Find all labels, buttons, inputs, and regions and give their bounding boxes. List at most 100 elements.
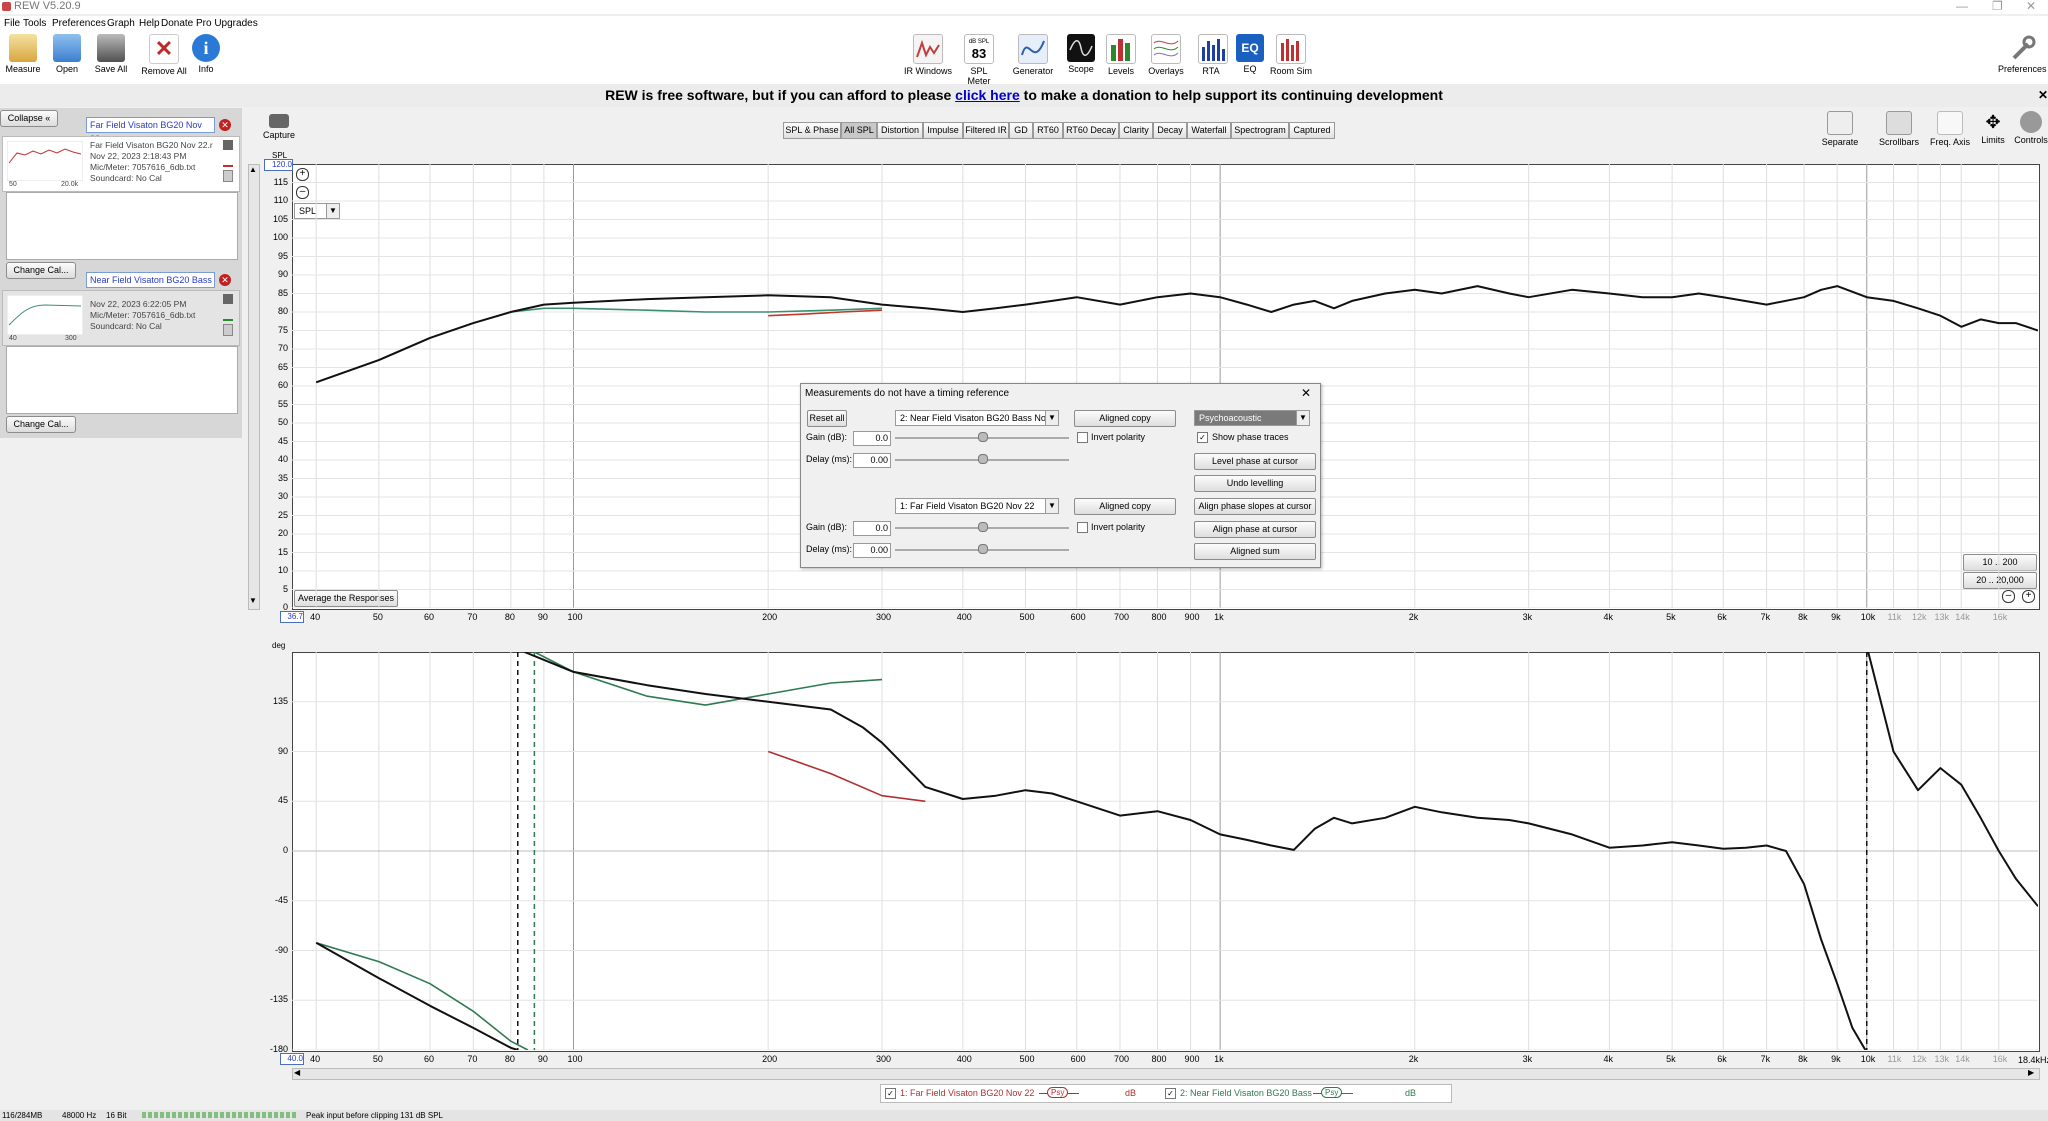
eq-button[interactable]: EQ EQ bbox=[1236, 34, 1264, 74]
freq-axis-button[interactable]: Freq. Axis bbox=[1928, 111, 1972, 147]
change-cal-button-1[interactable]: Change Cal... bbox=[6, 262, 76, 279]
menu-help[interactable]: Help bbox=[139, 18, 160, 29]
reset-all-button[interactable]: Reset all bbox=[807, 410, 847, 427]
menu-graph[interactable]: Graph bbox=[107, 18, 135, 29]
phase-xmin-input[interactable]: 40.0 bbox=[280, 1053, 304, 1065]
scroll-right-icon[interactable]: ▶ bbox=[2028, 1068, 2034, 1077]
overlays-button[interactable]: Overlays bbox=[1146, 34, 1186, 76]
show-phase-checkbox[interactable]: ✓ bbox=[1197, 432, 1208, 443]
align-phase-button[interactable]: Align phase at cursor bbox=[1194, 521, 1316, 538]
tab-filtered-ir[interactable]: Filtered IR bbox=[963, 122, 1009, 139]
measurement-1-save-icon[interactable] bbox=[223, 140, 233, 150]
gain-a-input[interactable]: 0.0 bbox=[853, 431, 891, 446]
tab-spectrogram[interactable]: Spectrogram bbox=[1231, 122, 1289, 139]
level-phase-button[interactable]: Level phase at cursor bbox=[1194, 453, 1316, 470]
tab-waterfall[interactable]: Waterfall bbox=[1187, 122, 1231, 139]
delay-a-slider-knob[interactable] bbox=[978, 454, 988, 464]
save-all-button[interactable]: Save All bbox=[92, 34, 130, 74]
change-cal-button-2[interactable]: Change Cal... bbox=[6, 416, 76, 433]
measurement-1-name-input[interactable]: Far Field Visaton BG20 Nov 22 bbox=[86, 117, 215, 144]
measurement-1-edit-icon[interactable] bbox=[223, 155, 233, 167]
maximize-icon[interactable]: ❐ bbox=[1992, 0, 2003, 13]
measurement-1-card[interactable]: 1. 50 20.0k Far Field Visaton BG20 Nov 2… bbox=[2, 136, 240, 192]
legend-1-checkbox[interactable]: ✓ bbox=[885, 1088, 896, 1099]
tab-all-spl[interactable]: All SPL bbox=[841, 122, 877, 139]
close-window-icon[interactable]: ✕ bbox=[2026, 0, 2036, 13]
legend-2-checkbox[interactable]: ✓ bbox=[1165, 1088, 1176, 1099]
remove-measurement-2-icon[interactable]: ✕ bbox=[219, 274, 231, 286]
generator-button[interactable]: Generator bbox=[1012, 34, 1054, 76]
delay-b-input[interactable]: 0.00 bbox=[853, 543, 891, 558]
invert-polarity-b-checkbox[interactable] bbox=[1077, 522, 1088, 533]
info-button[interactable]: i Info bbox=[192, 34, 220, 74]
tab-clarity[interactable]: Clarity bbox=[1119, 122, 1153, 139]
menu-donate[interactable]: Donate bbox=[161, 18, 193, 29]
scope-button[interactable]: Scope bbox=[1066, 34, 1096, 74]
menu-tools[interactable]: Tools bbox=[23, 18, 46, 29]
remove-all-button[interactable]: ✕ Remove All bbox=[140, 34, 188, 76]
invert-polarity-a-checkbox[interactable] bbox=[1077, 432, 1088, 443]
aligned-copy-button-2[interactable]: Aligned copy bbox=[1074, 498, 1176, 515]
measurement-2-save-icon[interactable] bbox=[223, 294, 233, 304]
ir-windows-button[interactable]: IR Windows bbox=[904, 34, 952, 76]
horizontal-scrollbar[interactable] bbox=[292, 1068, 2040, 1080]
measurement-2-name-input[interactable]: Near Field Visaton BG20 Bass bbox=[86, 272, 215, 288]
remove-measurement-1-icon[interactable]: ✕ bbox=[219, 119, 231, 131]
spl-meter-button[interactable]: dB SPL 83 SPL Meter bbox=[958, 34, 1000, 86]
tab-captured[interactable]: Captured bbox=[1289, 122, 1335, 139]
collapse-button[interactable]: Collapse « bbox=[0, 110, 58, 127]
measurement-b-select[interactable]: 1: Far Field Visaton BG20 Nov 22 ▼ bbox=[895, 498, 1059, 514]
gain-b-slider-knob[interactable] bbox=[978, 522, 988, 532]
limits-button[interactable]: ✥ Limits bbox=[1978, 111, 2008, 145]
tab-distortion[interactable]: Distortion bbox=[877, 122, 923, 139]
spl-ymin-input[interactable]: 36.7 bbox=[280, 611, 304, 623]
menu-pro-upgrades[interactable]: Pro Upgrades bbox=[196, 18, 258, 29]
tab-gd[interactable]: GD bbox=[1009, 122, 1033, 139]
measure-button[interactable]: Measure bbox=[4, 34, 42, 74]
undo-levelling-button[interactable]: Undo levelling bbox=[1194, 475, 1316, 492]
measurement-a-select[interactable]: 2: Near Field Visaton BG20 Bass No... ▼ bbox=[895, 410, 1059, 426]
tab-decay[interactable]: Decay bbox=[1153, 122, 1187, 139]
tab-rt60[interactable]: RT60 bbox=[1033, 122, 1063, 139]
donation-link[interactable]: click here bbox=[955, 87, 1020, 103]
dialog-close-icon[interactable]: ✕ bbox=[1301, 386, 1311, 400]
delay-b-slider-knob[interactable] bbox=[978, 544, 988, 554]
menu-preferences[interactable]: Preferences bbox=[52, 18, 106, 29]
minimize-icon[interactable]: — bbox=[1956, 0, 1968, 13]
gain-b-input[interactable]: 0.0 bbox=[853, 521, 891, 536]
close-banner-icon[interactable]: ✕ bbox=[2038, 84, 2048, 107]
align-phase-slopes-button[interactable]: Align phase slopes at cursor bbox=[1194, 498, 1316, 515]
capture-button[interactable]: Capture bbox=[262, 114, 296, 140]
tab-impulse[interactable]: Impulse bbox=[923, 122, 963, 139]
tab-rt60-decay[interactable]: RT60 Decay bbox=[1063, 122, 1119, 139]
open-button[interactable]: Open bbox=[50, 34, 84, 74]
measurement-2-card[interactable]: 2. 40 300 Nov 22, 2023 6:22:05 PM Mic/Me… bbox=[2, 290, 240, 346]
controls-button[interactable]: Controls bbox=[2014, 111, 2048, 145]
x-tick-label: 1k bbox=[1214, 612, 1224, 622]
measurement-2-notes-icon[interactable] bbox=[223, 324, 233, 336]
rta-button[interactable]: RTA bbox=[1198, 34, 1228, 76]
measurement-2-notes[interactable] bbox=[6, 346, 238, 414]
alignment-mode-select[interactable]: Psychoacoustic ▼ bbox=[1194, 410, 1310, 426]
spl-scroll-down-icon[interactable]: ▼ bbox=[249, 596, 257, 605]
measurement-2-edit-icon[interactable] bbox=[223, 309, 233, 321]
room-sim-button[interactable]: Room Sim bbox=[1270, 34, 1312, 76]
aligned-sum-button[interactable]: Aligned sum bbox=[1194, 543, 1316, 560]
gain-a-slider-knob[interactable] bbox=[978, 432, 988, 442]
phase-chart[interactable] bbox=[292, 652, 2038, 1050]
preferences-button[interactable]: Preferences bbox=[1998, 34, 2047, 74]
measurement-1-notes[interactable] bbox=[6, 192, 238, 260]
delay-a-input[interactable]: 0.00 bbox=[853, 453, 891, 468]
scroll-left-icon[interactable]: ◀ bbox=[294, 1068, 300, 1077]
tab-spl-phase[interactable]: SPL & Phase bbox=[783, 122, 841, 139]
spl-vertical-scrollbar[interactable] bbox=[248, 164, 260, 610]
spl-ymax-input[interactable]: 120.0 bbox=[264, 159, 293, 171]
aligned-copy-button-1[interactable]: Aligned copy bbox=[1074, 410, 1176, 427]
measurement-1-notes-icon[interactable] bbox=[223, 170, 233, 182]
separate-button[interactable]: Separate bbox=[1818, 111, 1862, 147]
scrollbars-button[interactable]: Scrollbars bbox=[1876, 111, 1922, 147]
levels-button[interactable]: Levels bbox=[1106, 34, 1136, 76]
spl-scroll-up-icon[interactable]: ▲ bbox=[249, 165, 257, 174]
x-tick-label: 8k bbox=[1798, 1054, 1808, 1064]
menu-file[interactable]: File bbox=[4, 18, 20, 29]
